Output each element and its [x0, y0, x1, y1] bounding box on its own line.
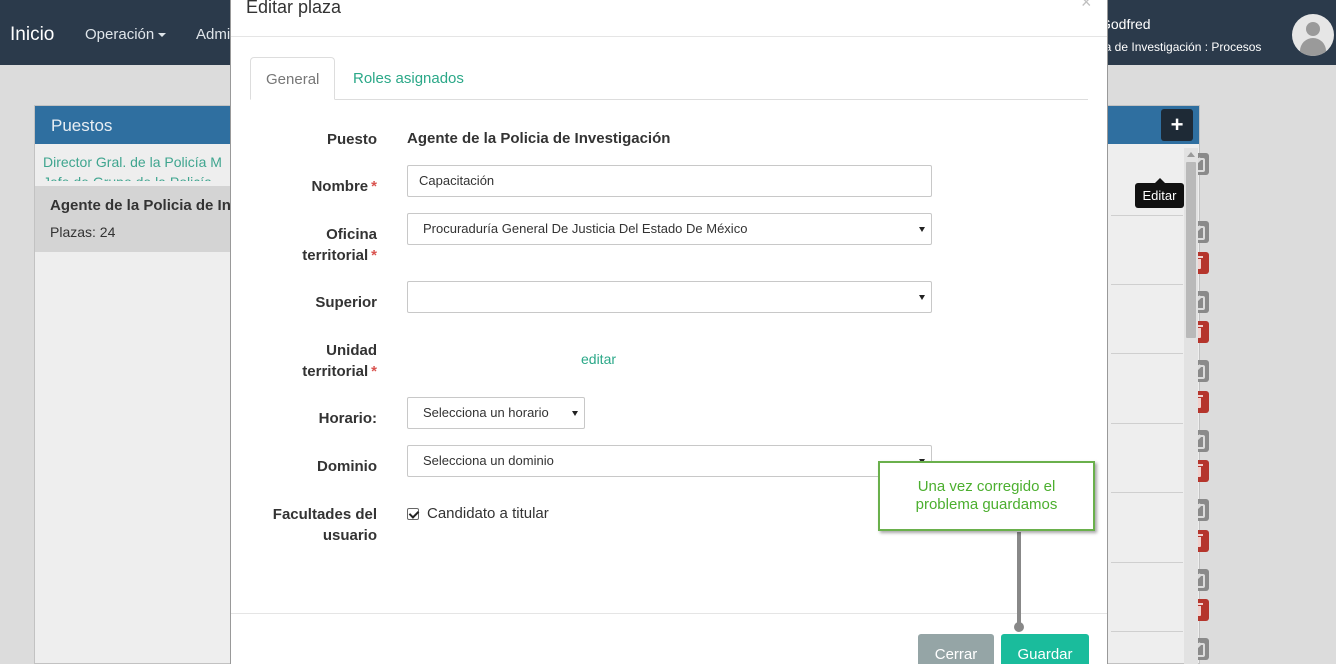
nav-operacion-label: Operación [85, 26, 155, 43]
row-divider [1111, 353, 1183, 354]
nav-admin-menu[interactable]: Admi [196, 26, 230, 43]
unidad-label: Unidad territorial * [217, 340, 377, 382]
required-mark: * [371, 247, 377, 264]
scroll-up-icon[interactable] [1187, 152, 1195, 157]
callout-pointer-dot [1014, 622, 1024, 632]
modal-header: Editar plaza × [231, 0, 1107, 37]
row-divider [1111, 423, 1183, 424]
dominio-select[interactable]: Selecciona un dominio [407, 445, 932, 477]
row-divider [1111, 562, 1183, 563]
close-icon[interactable]: × [1081, 0, 1092, 13]
row-divider [1111, 215, 1183, 216]
scrollbar-thumb[interactable] [1186, 162, 1196, 338]
nombre-label: Nombre * [217, 176, 377, 197]
tab-general[interactable]: General [250, 57, 335, 100]
avatar-head [1306, 22, 1320, 36]
list-item-link[interactable]: Jefe de Grupo de la Policía [43, 174, 212, 181]
horario-select[interactable]: Selecciona un horario [407, 397, 585, 429]
editar-plaza-modal: Editar plaza × General Roles asignados P… [230, 0, 1108, 664]
candidato-checkbox[interactable] [407, 508, 419, 520]
dominio-label: Dominio [317, 458, 377, 475]
unidad-label-line2: territorial * [217, 361, 377, 382]
required-mark: * [371, 178, 377, 195]
dropdown-arrow-icon [919, 295, 925, 300]
horario-label: Horario: [318, 410, 377, 427]
row-divider [1111, 492, 1183, 493]
oficina-select-value: Procuraduría General De Justicia Del Est… [423, 221, 748, 236]
dropdown-arrow-icon [919, 227, 925, 232]
modal-title: Editar plaza [246, 0, 342, 17]
user-avatar-icon[interactable] [1292, 14, 1334, 56]
unidad-editar-link[interactable]: editar [581, 351, 616, 367]
nombre-label-text: Nombre [311, 178, 369, 195]
selected-item-title: Agente de la Policia de Inve [50, 197, 248, 214]
caret-down-icon [158, 33, 167, 38]
list-scrollbar[interactable] [1184, 148, 1198, 664]
superior-label: Superior [315, 294, 377, 311]
facultades-label: Facultades del usuario [217, 504, 377, 546]
guardar-button[interactable]: Guardar [1001, 634, 1089, 664]
row-divider [1111, 631, 1183, 632]
selected-list-item[interactable]: Agente de la Policia de Inve Plazas: 24 [35, 186, 248, 252]
user-role: cia de Investigación : Procesos [1096, 40, 1262, 54]
puesto-value: Agente de la Policia de Investigación [407, 130, 671, 147]
annotation-callout: Una vez corregido el problema guardamos [878, 461, 1095, 531]
facultades-label-line2: usuario [322, 527, 377, 544]
dropdown-arrow-icon [572, 411, 578, 416]
oficina-label-line1: Oficina [326, 226, 377, 243]
unidad-label-line1: Unidad [326, 342, 377, 359]
dominio-select-value: Selecciona un dominio [423, 453, 554, 468]
oficina-label-line2: territorial * [217, 245, 377, 266]
modal-footer-divider [231, 613, 1107, 614]
nombre-input[interactable]: Capacitación [407, 165, 932, 197]
nav-operacion-menu[interactable]: Operación [85, 26, 167, 43]
avatar-body [1300, 38, 1326, 56]
tab-roles-asignados[interactable]: Roles asignados [338, 57, 479, 100]
required-mark: * [371, 363, 377, 380]
facultades-label-line1: Facultades del [272, 506, 377, 523]
unidad-label-line2-text: territorial [302, 363, 369, 380]
row-divider [1111, 284, 1183, 285]
panel-title: Puestos [51, 116, 113, 135]
selected-item-plazas: Plazas: 24 [50, 224, 116, 240]
superior-select[interactable] [407, 281, 932, 313]
oficina-label-line2-text: territorial [302, 247, 369, 264]
candidato-label: Candidato a titular [427, 505, 549, 522]
callout-pointer-line [1017, 532, 1021, 626]
oficina-select[interactable]: Procuraduría General De Justicia Del Est… [407, 213, 932, 245]
horario-select-value: Selecciona un horario [423, 405, 549, 420]
modal-tabs: General Roles asignados [250, 57, 1088, 100]
add-puesto-button[interactable]: + [1161, 109, 1193, 141]
oficina-label: Oficina territorial * [217, 224, 377, 266]
editar-tooltip: Editar [1135, 178, 1184, 208]
callout-line1: Una vez corregido el [917, 478, 1056, 495]
callout-line2: problema guardamos [915, 496, 1058, 513]
list-item-link[interactable]: Director Gral. de la Policía M [43, 154, 222, 170]
nav-home-link[interactable]: Inicio [10, 24, 54, 46]
cerrar-button[interactable]: Cerrar [918, 634, 994, 664]
puesto-label: Puesto [326, 131, 377, 148]
